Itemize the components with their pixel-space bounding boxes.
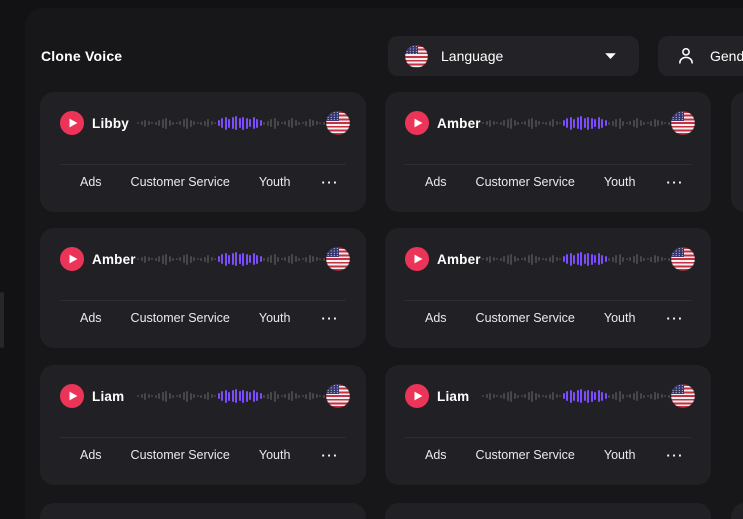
page-title: Clone Voice	[41, 48, 122, 64]
gender-dropdown-label: Gender	[710, 48, 743, 64]
tag-list: Ads Customer Service Youth ···	[425, 168, 693, 196]
more-button[interactable]: ···	[664, 176, 686, 189]
play-button[interactable]	[405, 384, 429, 408]
play-button[interactable]	[405, 247, 429, 271]
play-button[interactable]	[405, 111, 429, 135]
voice-name: Amber	[437, 116, 481, 131]
more-button[interactable]: ···	[319, 312, 341, 325]
more-button[interactable]: ···	[319, 449, 341, 462]
us-flag-icon	[405, 45, 428, 68]
tag: Customer Service	[131, 448, 230, 462]
us-flag-icon	[326, 111, 350, 135]
us-flag-icon	[326, 384, 350, 408]
waveform	[137, 385, 333, 407]
play-button[interactable]	[60, 111, 84, 135]
tag: Customer Service	[476, 448, 575, 462]
tag: Ads	[425, 175, 447, 189]
voice-name: Liam	[92, 389, 124, 404]
tag: Youth	[259, 311, 291, 325]
gender-dropdown[interactable]: Gender	[658, 36, 743, 76]
scrollbar-thumb[interactable]	[0, 292, 4, 348]
person-icon	[675, 45, 697, 67]
card-divider	[60, 164, 346, 165]
card-divider	[405, 164, 691, 165]
voice-card: Liam Ads Customer Service Youth ···	[40, 365, 366, 485]
tag-list: Ads Customer Service Youth ···	[80, 441, 348, 469]
language-dropdown[interactable]: Language	[388, 36, 639, 76]
more-button[interactable]: ···	[664, 449, 686, 462]
tag: Youth	[604, 448, 636, 462]
voice-card: Amber Ads Customer Service Youth ···	[385, 228, 711, 348]
more-button[interactable]: ···	[319, 176, 341, 189]
voice-card: Liam Ads Customer Service Youth ···	[385, 365, 711, 485]
play-button[interactable]	[60, 384, 84, 408]
voice-name: Liam	[437, 389, 469, 404]
waveform	[482, 112, 678, 134]
waveform	[137, 248, 333, 270]
play-button[interactable]	[60, 247, 84, 271]
voice-card: Amber Ads Customer Service Youth ···	[40, 228, 366, 348]
tag: Customer Service	[476, 175, 575, 189]
voice-name: Amber	[437, 252, 481, 267]
tag: Youth	[259, 448, 291, 462]
tag: Youth	[604, 311, 636, 325]
tag: Ads	[425, 311, 447, 325]
tag-list: Ads Customer Service Youth ···	[80, 304, 348, 332]
tag: Youth	[259, 175, 291, 189]
tag: Youth	[604, 175, 636, 189]
us-flag-icon	[671, 111, 695, 135]
card-divider	[405, 437, 691, 438]
us-flag-icon	[671, 247, 695, 271]
card-partial	[731, 92, 743, 212]
tag-list: Ads Customer Service Youth ···	[425, 304, 693, 332]
us-flag-icon	[671, 384, 695, 408]
card-partial	[40, 503, 366, 519]
tag-list: Ads Customer Service Youth ···	[80, 168, 348, 196]
tag-list: Ads Customer Service Youth ···	[425, 441, 693, 469]
card-divider	[60, 300, 346, 301]
tag: Ads	[80, 311, 102, 325]
voice-card: Amber Ads Customer Service Youth ···	[385, 92, 711, 212]
card-partial	[385, 503, 711, 519]
tag: Ads	[425, 448, 447, 462]
tag: Customer Service	[131, 175, 230, 189]
card-divider	[60, 437, 346, 438]
card-divider	[405, 300, 691, 301]
caret-down-icon	[604, 52, 617, 60]
tag: Customer Service	[476, 311, 575, 325]
waveform	[482, 385, 678, 407]
tag: Ads	[80, 448, 102, 462]
us-flag-icon	[326, 247, 350, 271]
waveform	[137, 112, 333, 134]
tag: Customer Service	[131, 311, 230, 325]
voice-name: Libby	[92, 116, 129, 131]
voice-name: Amber	[92, 252, 136, 267]
voice-card: Libby Ads Customer Service Youth ···	[40, 92, 366, 212]
language-dropdown-label: Language	[441, 48, 503, 64]
waveform	[482, 248, 678, 270]
tag: Ads	[80, 175, 102, 189]
more-button[interactable]: ···	[664, 312, 686, 325]
